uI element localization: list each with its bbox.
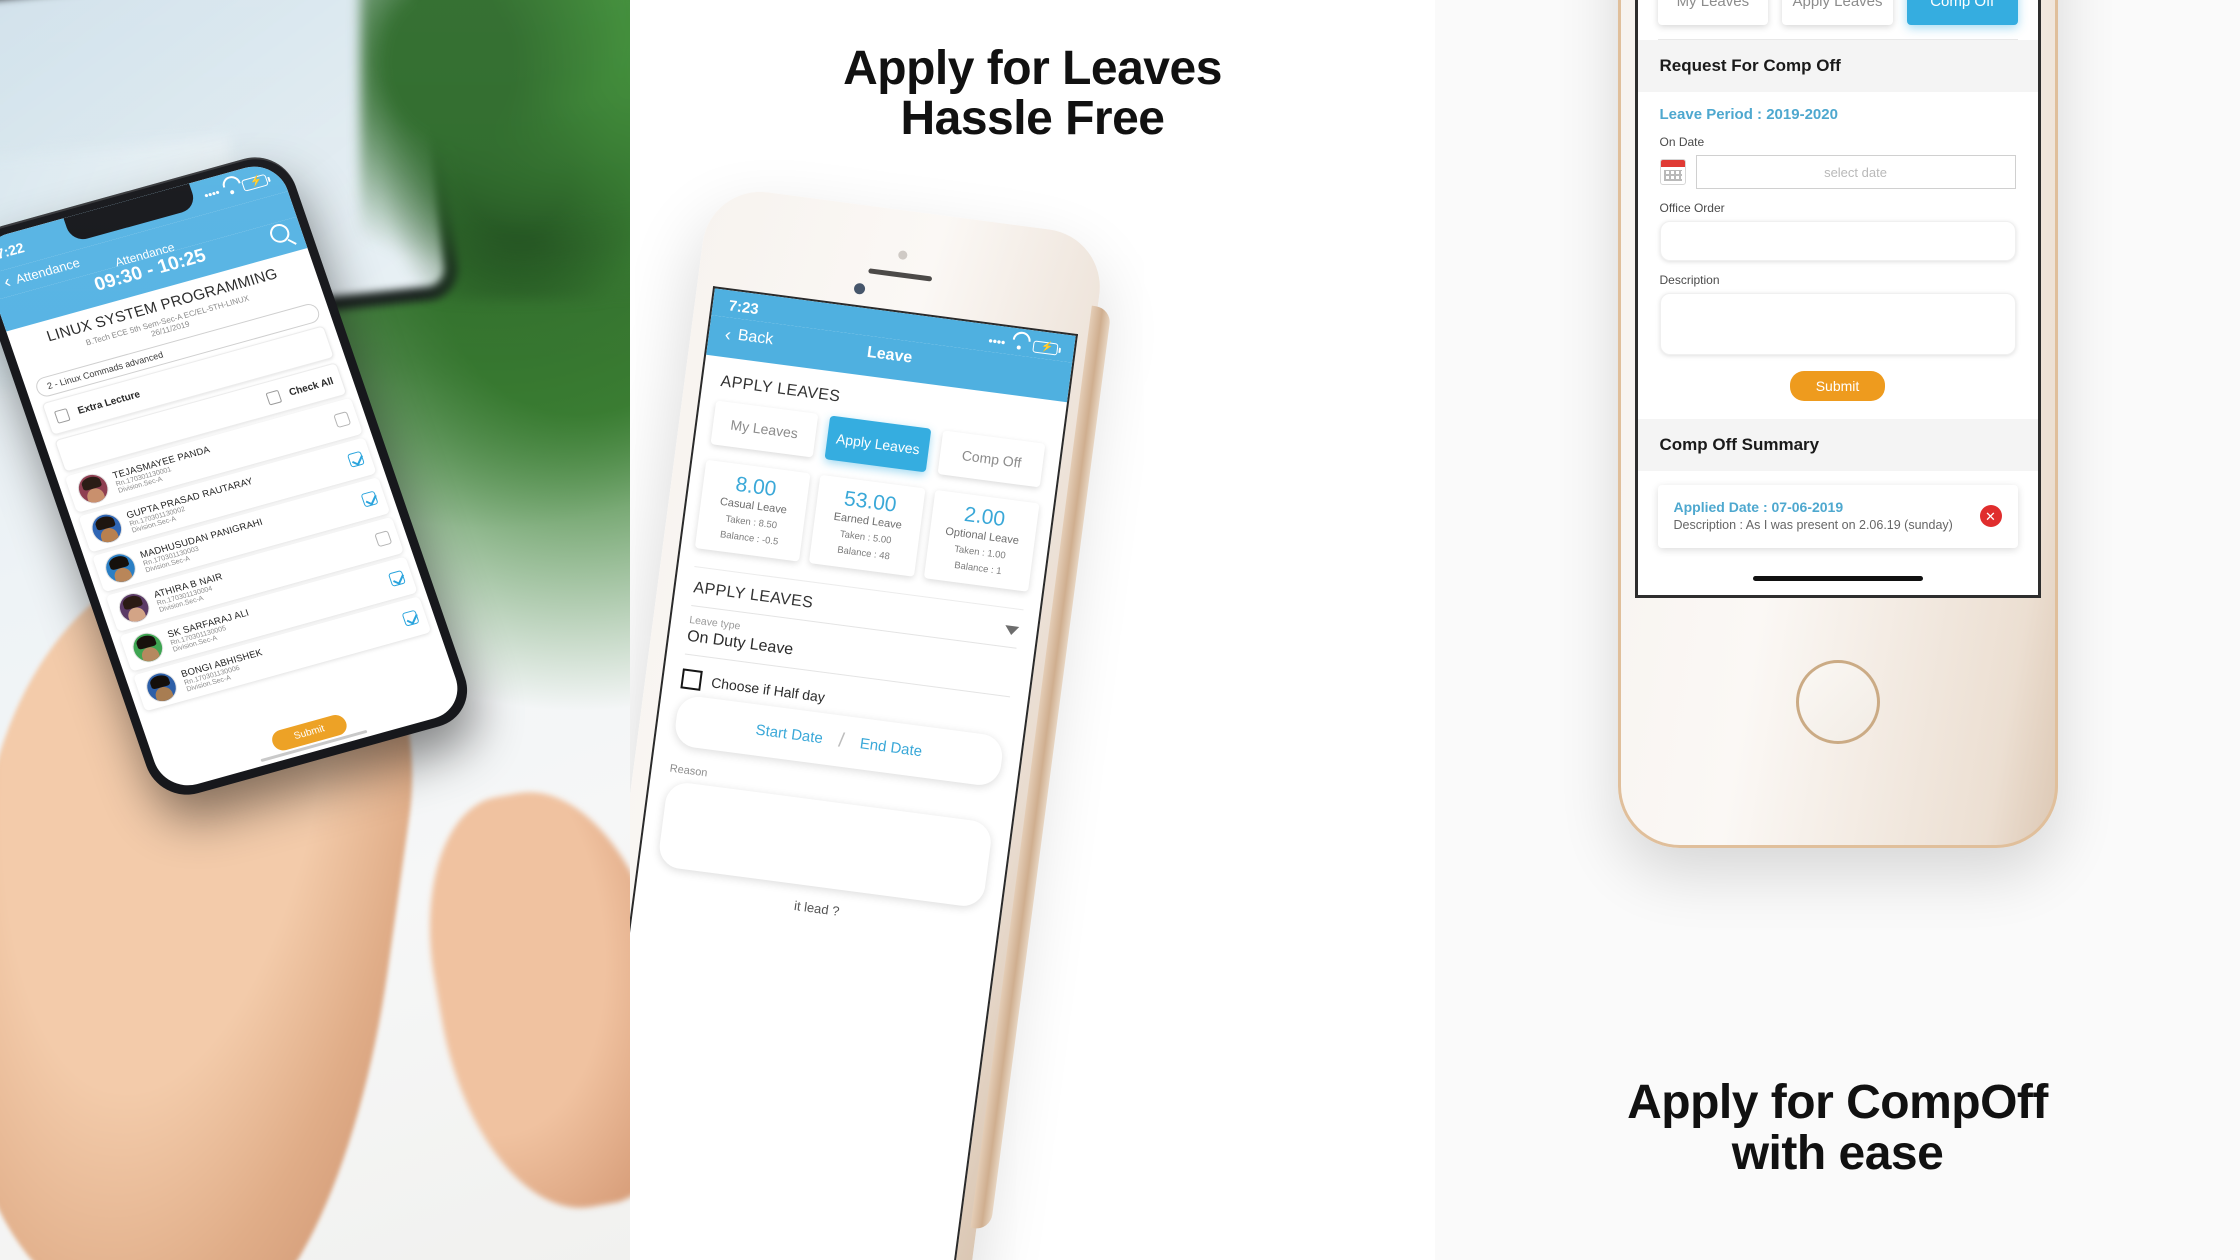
end-date-button[interactable]: End Date <box>859 735 923 760</box>
start-date-button[interactable]: Start Date <box>755 722 824 748</box>
back-chevron-icon[interactable]: ‹ <box>724 324 733 345</box>
wifi-icon <box>1012 338 1027 350</box>
avatar <box>87 510 127 547</box>
student-checkbox[interactable] <box>346 450 365 468</box>
compoff-caption: Apply for CompOff with ease <box>1435 1076 2240 1181</box>
on-date-input[interactable]: select date <box>1695 155 2016 189</box>
on-date-field[interactable]: On Date select date <box>1638 123 2038 189</box>
panel-apply-leaves: Apply for Leaves Hassle Free 7:23 •••• ⚡ <box>630 0 1435 1260</box>
check-all-label: Check All <box>287 375 335 399</box>
student-checkbox[interactable] <box>360 490 379 508</box>
home-indicator <box>1752 576 1923 581</box>
leave-caption: Apply for Leaves Hassle Free <box>630 0 1435 145</box>
avatar <box>114 589 154 626</box>
on-date-label: On Date <box>1659 135 1705 149</box>
leave-balance-card: 2.00 Optional Leave Taken : 1.00 Balance : … <box>923 489 1040 592</box>
status-time: 7:23 <box>727 297 760 319</box>
description-input[interactable] <box>1659 293 2016 355</box>
student-checkbox[interactable] <box>401 609 420 627</box>
front-camera-icon <box>897 250 908 261</box>
date-separator: / <box>837 729 846 752</box>
office-order-input[interactable] <box>1659 221 2016 261</box>
tab-comp-off[interactable]: Comp Off <box>1906 0 2018 25</box>
compoff-caption-line2: with ease <box>1731 1127 1944 1181</box>
student-checkbox[interactable] <box>374 530 393 548</box>
chevron-down-icon[interactable] <box>1004 624 1020 636</box>
leave-caption-line2: Hassle Free <box>900 92 1165 146</box>
avatar <box>101 549 140 587</box>
tab-comp-off[interactable]: Comp Off <box>937 430 1046 488</box>
summary-text: Applied Date : 07-06-2019 Description : A… <box>1674 499 1970 534</box>
background-plant <box>360 0 630 300</box>
avatar <box>142 669 181 706</box>
compoff-screen: 7:23 •••• ⚡ ‹ Back Leave APPLY LEAVES My… <box>1634 0 2041 598</box>
applied-date: Applied Date : 07-06-2019 <box>1673 499 1844 515</box>
summary-description: Description : As I was present on 2.06.1… <box>1673 518 1953 532</box>
back-chevron-icon[interactable]: ‹ <box>1 271 13 292</box>
compoff-summary-band: Comp Off Summary <box>1637 419 2038 471</box>
submit-area: Submit <box>1638 355 2038 419</box>
back-label[interactable]: Back <box>737 327 774 349</box>
signal-icon: •••• <box>987 333 1007 350</box>
request-compoff-band: Request For Comp Off <box>1637 40 2038 92</box>
compoff-summary-list: Applied Date : 07-06-2019 Description : A… <box>1638 471 2038 548</box>
screenshot-gallery: 7:22 •••• ⚡ ‹ Attendance Attendance 09:3… <box>0 0 2240 1260</box>
earpiece-speaker <box>868 268 933 282</box>
leave-caption-line1: Apply for Leaves <box>843 42 1222 95</box>
half-day-checkbox[interactable] <box>680 668 703 691</box>
tab-my-leaves[interactable]: My Leaves <box>1657 0 1769 25</box>
tab-apply-leaves[interactable]: Apply Leaves <box>1782 0 1893 25</box>
search-icon[interactable] <box>267 221 292 245</box>
description-label: Description <box>1659 273 1720 287</box>
leave-phone-mockup: 7:23 •••• ⚡ ‹ Back Leave APPLY LEAVES My… <box>630 184 1112 1260</box>
submit-button[interactable]: Submit <box>1789 371 1886 401</box>
wifi-icon <box>223 183 240 196</box>
compoff-tabs[interactable]: My Leaves Apply Leaves Comp Off <box>1638 0 2038 39</box>
leave-balance-card: 53.00 Earned Leave Taken : 5.00 Balance : 4… <box>809 474 926 577</box>
tab-my-leaves[interactable]: My Leaves <box>710 400 819 458</box>
office-order-label: Office Order <box>1659 201 1725 215</box>
student-checkbox[interactable] <box>387 569 406 587</box>
leave-balance-card: 8.00 Casual Leave Taken : 8.50 Balance : -0… <box>694 459 811 562</box>
sensor-icon <box>853 282 866 295</box>
battery-charging-icon: ⚡ <box>1032 339 1059 356</box>
compoff-phone-mockup: 7:23 •••• ⚡ ‹ Back Leave APPLY LEAVES My… <box>1617 0 2058 848</box>
office-order-field[interactable]: Office Order <box>1638 189 2038 261</box>
student-checkbox[interactable] <box>333 411 352 429</box>
avatar <box>128 629 168 666</box>
home-button[interactable] <box>1795 660 1880 744</box>
tab-apply-leaves[interactable]: Apply Leaves <box>824 415 932 473</box>
check-all-checkbox[interactable] <box>265 389 282 406</box>
extra-lecture-label: Extra Lecture <box>76 388 142 417</box>
description-field[interactable]: Description <box>1638 261 2038 355</box>
avatar <box>73 470 113 507</box>
leave-period-label: Leave Period : 2019-2020 <box>1659 106 1838 123</box>
leave-screen: 7:23 •••• ⚡ ‹ Back Leave APPLY LEAVES My… <box>630 286 1078 1260</box>
status-time: 7:22 <box>0 239 27 262</box>
signal-icon: •••• <box>202 186 222 203</box>
calendar-icon[interactable] <box>1659 159 1686 185</box>
battery-charging-icon: ⚡ <box>240 173 269 192</box>
compoff-caption-line1: Apply for CompOff <box>1627 1076 2048 1130</box>
page-title: Leave <box>866 343 914 367</box>
extra-lecture-checkbox[interactable] <box>53 407 71 424</box>
delete-circle-icon[interactable]: ✕ <box>1979 505 2002 527</box>
panel-comp-off: 7:23 •••• ⚡ ‹ Back Leave APPLY LEAVES My… <box>1435 0 2240 1260</box>
compoff-summary-card: Applied Date : 07-06-2019 Description : A… <box>1657 485 2018 548</box>
panel-attendance-photo: 7:22 •••• ⚡ ‹ Attendance Attendance 09:3… <box>0 0 630 1260</box>
on-date-row[interactable]: select date <box>1659 155 2016 189</box>
